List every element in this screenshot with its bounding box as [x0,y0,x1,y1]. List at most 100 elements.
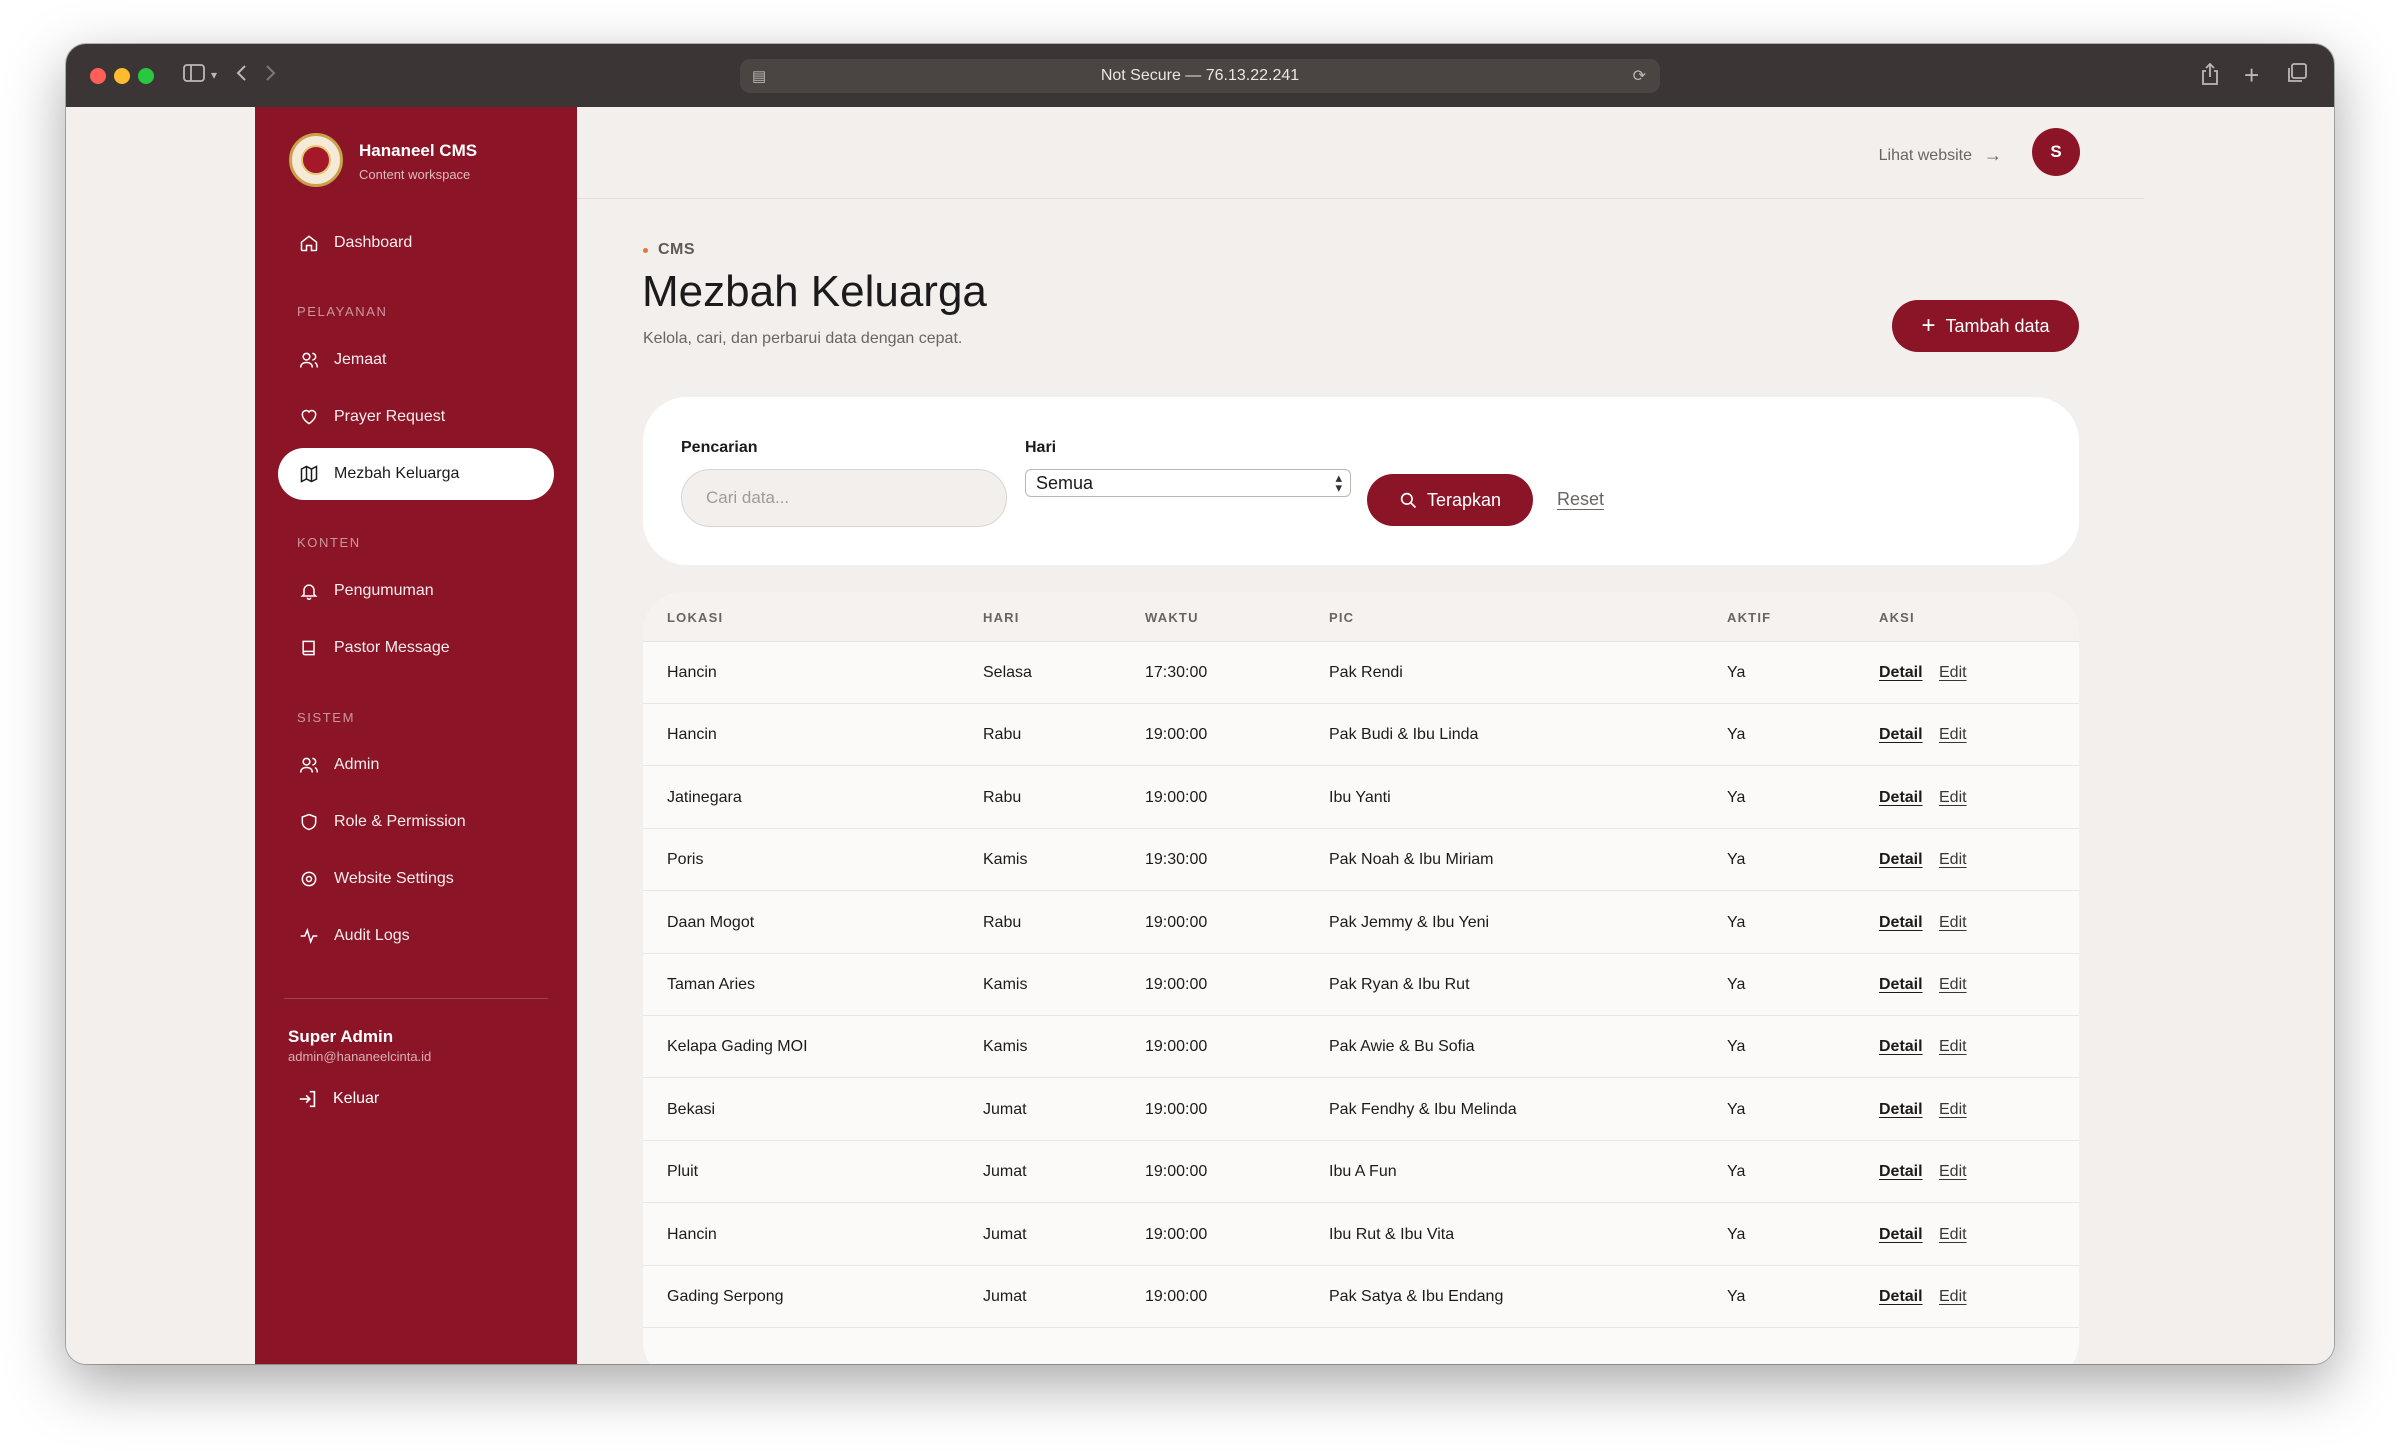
cell-lokasi: Pluit [667,1163,699,1181]
logout-label: Keluar [333,1090,380,1107]
edit-link[interactable]: Edit [1939,789,1967,807]
sidebar-toggle-icon[interactable] [182,62,206,90]
column-header-pic[interactable]: PIC [1329,610,1354,625]
new-tab-icon[interactable]: + [2244,62,2259,88]
cell-waktu: 19:00:00 [1145,976,1208,993]
column-header-aksi: AKSI [1879,610,1915,625]
sidebar-item-label: Role & Permission [334,813,466,830]
topbar: Lihat website → S [577,107,2144,199]
reset-link[interactable]: Reset [1557,489,1604,510]
minimize-window-button[interactable] [114,68,130,84]
heart-icon [298,406,320,428]
sidebar-item-prayer-request[interactable]: Prayer Request [278,391,554,443]
table-row: Pluit Jumat 19:00:00 Ibu A Fun Ya Detail Edit [643,1141,2079,1204]
sidebar-item-admin[interactable]: Admin [278,739,554,791]
edit-link[interactable]: Edit [1939,1038,1967,1056]
sidebar-item-label: Pastor Message [334,639,450,656]
forward-icon[interactable] [262,62,278,90]
section-sistem: SISTEM [297,710,355,725]
cell-waktu: 19:00:00 [1145,726,1208,744]
detail-link[interactable]: Detail [1879,1226,1923,1244]
brand[interactable]: Hananeel CMS Content workspace [289,131,569,187]
sidebar-item-mezbah-keluarga[interactable]: Mezbah Keluarga [278,448,554,500]
sidebar-item-pengumuman[interactable]: Pengumuman [278,565,554,617]
address-bar[interactable]: ▤ Not Secure — 76.13.22.241 ⟳ [740,59,1660,93]
gear-icon [298,868,320,890]
table-header: LOKASI HARI WAKTU PIC AKTIF AKSI [643,592,2079,642]
sidebar-item-audit-logs[interactable]: Audit Logs [278,910,554,962]
zoom-window-button[interactable] [138,68,154,84]
edit-link[interactable]: Edit [1939,1163,1967,1181]
sidebar-item-label: Jemaat [334,351,387,368]
page-title: Mezbah Keluarga [642,267,987,316]
cell-lokasi: Gading Serpong [667,1288,784,1305]
day-select[interactable]: Semua ▴ ▾ [1025,469,1351,497]
cell-aktif: Ya [1727,1225,1746,1243]
logout-icon [297,1088,319,1110]
cell-aktif: Ya [1727,664,1746,681]
detail-link[interactable]: Detail [1879,1163,1923,1181]
sidebar-item-website-settings[interactable]: Website Settings [278,853,554,905]
sidebar-item-dashboard[interactable]: Dashboard [278,217,554,269]
edit-link[interactable]: Edit [1939,664,1967,682]
cell-waktu: 19:00:00 [1145,1225,1208,1243]
sidebar-item-label: Audit Logs [334,927,410,944]
page-content: Hananeel CMS Content workspace Dashboard… [66,107,2334,1364]
detail-link[interactable]: Detail [1879,789,1923,807]
back-icon[interactable] [234,62,250,90]
column-header-lokasi[interactable]: LOKASI [667,610,723,625]
tab-overview-icon[interactable] [2286,62,2308,90]
cell-lokasi: Daan Mogot [667,913,755,931]
detail-link[interactable]: Detail [1879,914,1923,932]
chevron-down-icon[interactable]: ▾ [211,62,217,88]
brand-subtitle: Content workspace [359,167,471,182]
cell-aktif: Ya [1727,726,1746,744]
cell-hari: Kamis [983,851,1028,869]
detail-link[interactable]: Detail [1879,1288,1923,1306]
detail-link[interactable]: Detail [1879,1101,1923,1119]
sidebar-item-pastor-message[interactable]: Pastor Message [278,622,554,674]
sidebar-item-jemaat[interactable]: Jemaat [278,334,554,386]
edit-link[interactable]: Edit [1939,851,1967,869]
edit-link[interactable]: Edit [1939,1288,1967,1306]
translate-reload-icon[interactable]: ⟳ [1633,66,1646,86]
day-select-value: Semua [1036,472,1094,493]
cell-lokasi: Hancin [667,664,717,681]
cell-hari: Rabu [983,913,1022,931]
apply-filter-label: Terapkan [1426,489,1502,510]
edit-link[interactable]: Edit [1939,914,1967,932]
add-data-label: Tambah data [1945,315,2050,336]
sidebar-item-label: Website Settings [334,870,454,887]
detail-link[interactable]: Detail [1879,976,1923,994]
brand-title: Hananeel CMS [359,141,478,160]
share-icon[interactable] [2200,62,2220,92]
avatar[interactable]: S [2032,128,2080,176]
close-window-button[interactable] [90,68,106,84]
sidebar-item-label: Admin [334,756,380,773]
cell-waktu: 19:00:00 [1145,913,1208,931]
search-input[interactable] [681,469,1007,527]
table-row: Hancin Selasa 17:30:00 Pak Rendi Ya Detail Edi… [643,642,2079,704]
edit-link[interactable]: Edit [1939,1101,1967,1119]
column-header-hari[interactable]: HARI [983,610,1020,625]
edit-link[interactable]: Edit [1939,976,1967,994]
sidebar-item-label: Mezbah Keluarga [334,465,460,482]
edit-link[interactable]: Edit [1939,726,1967,744]
column-header-aktif[interactable]: AKTIF [1727,610,1771,625]
table-row: Bekasi Jumat 19:00:00 Pak Fendhy & Ibu Meli… [643,1079,2079,1141]
cell-pic: Pak Rendi [1329,664,1403,681]
apply-filter-button[interactable]: Terapkan [1367,474,1533,526]
edit-link[interactable]: Edit [1939,1226,1967,1244]
detail-link[interactable]: Detail [1879,851,1923,869]
cell-lokasi: Bekasi [667,1100,716,1118]
column-header-waktu[interactable]: WAKTU [1145,610,1199,625]
detail-link[interactable]: Detail [1879,664,1923,682]
add-data-button[interactable]: + Tambah data [1892,300,2079,352]
logout-button[interactable]: Keluar [297,1088,379,1110]
book-icon [298,637,320,659]
visit-website-link[interactable]: Lihat website → [1879,145,2002,166]
detail-link[interactable]: Detail [1879,1038,1923,1056]
sidebar-item-role-permission[interactable]: Role & Permission [278,796,554,848]
shield-icon [298,811,320,833]
detail-link[interactable]: Detail [1879,726,1923,744]
